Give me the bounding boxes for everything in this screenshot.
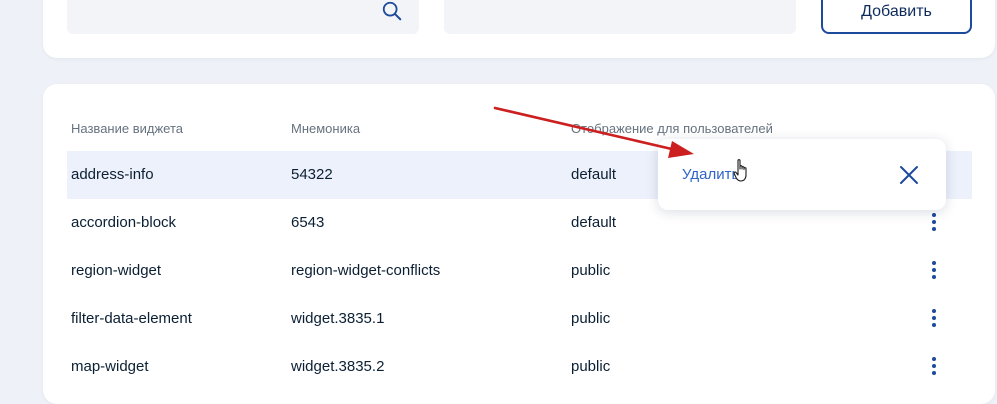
cell-name: filter-data-element — [71, 310, 192, 327]
search-icon[interactable] — [381, 0, 403, 22]
delete-menu-item[interactable]: Удалить — [682, 166, 739, 183]
more-vertical-icon[interactable] — [930, 309, 938, 329]
cell-display: public — [571, 262, 611, 279]
cell-display: public — [571, 358, 611, 375]
cell-mnemonic: widget.3835.2 — [291, 358, 385, 375]
cell-mnemonic: region-widget-conflicts — [291, 262, 441, 279]
row-actions-popover: Удалить — [658, 139, 946, 210]
table-row[interactable]: filter-data-element widget.3835.1 public — [67, 295, 972, 343]
search-input[interactable] — [67, 0, 419, 34]
cell-name: region-widget — [71, 262, 162, 279]
cell-display: public — [571, 310, 611, 327]
more-vertical-icon[interactable] — [930, 261, 938, 281]
cell-name: map-widget — [71, 358, 149, 375]
more-vertical-icon[interactable] — [930, 213, 938, 233]
cell-mnemonic: 6543 — [291, 214, 325, 231]
more-vertical-icon[interactable] — [930, 357, 938, 377]
filter-input[interactable] — [444, 0, 796, 34]
column-header-mnemonic: Мнемоника — [291, 121, 361, 136]
cell-mnemonic: 54322 — [291, 166, 333, 183]
add-button[interactable]: Добавить — [821, 0, 972, 34]
table-row[interactable]: region-widget region-widget-conflicts pu… — [67, 247, 972, 295]
cell-display: default — [571, 214, 617, 231]
cell-display: default — [571, 166, 617, 183]
close-icon[interactable] — [898, 164, 920, 186]
column-header-name: Название виджета — [71, 121, 183, 136]
hand-pointer-icon — [733, 159, 747, 182]
table-row[interactable]: map-widget widget.3835.2 public — [67, 343, 972, 391]
cell-name: accordion-block — [71, 214, 177, 231]
column-header-display: Отображение для пользователей — [571, 121, 773, 136]
cell-mnemonic: widget.3835.1 — [291, 310, 385, 327]
cell-name: address-info — [71, 166, 154, 183]
